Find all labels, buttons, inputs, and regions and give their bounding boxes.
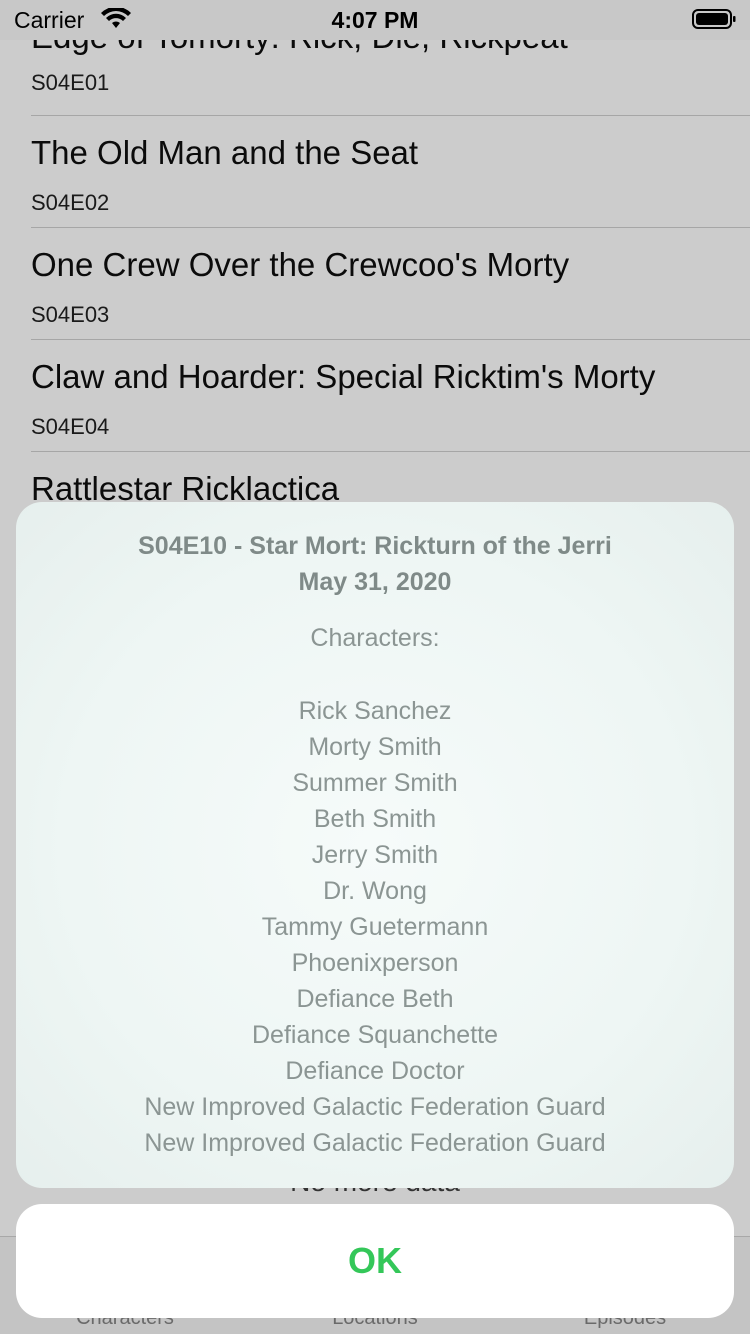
character-name: Defiance Beth [296, 985, 454, 1013]
character-name: Defiance Doctor [285, 1057, 465, 1085]
characters-header: Characters: [310, 624, 440, 652]
character-list: Rick Sanchez Morty Smith Summer Smith Be… [16, 696, 734, 1164]
ok-button[interactable]: OK [16, 1204, 734, 1318]
character-name: Defiance Squanchette [251, 1021, 498, 1049]
character-name: Phoenixperson [291, 949, 459, 977]
character-name: Beth Smith [313, 805, 437, 833]
character-name: New Improved Galactic Federation Guard [144, 1129, 606, 1157]
character-name: Morty Smith [308, 733, 442, 761]
alert-title: S04E10 - Star Mort: Rickturn of the Jerr… [138, 532, 612, 560]
ok-button-label: OK [348, 1240, 402, 1281]
character-name: Rick Sanchez [298, 697, 452, 725]
character-name: Jerry Smith [311, 841, 439, 869]
character-name: Summer Smith [292, 769, 458, 797]
character-name: Dr. Wong [323, 877, 427, 905]
character-name: New Improved Galactic Federation Guard [144, 1093, 606, 1121]
character-name: Tammy Guetermann [261, 913, 489, 941]
episode-alert: S04E10 - Star Mort: Rickturn of the Jerr… [16, 502, 734, 1188]
alert-date: May 31, 2020 [298, 568, 452, 596]
